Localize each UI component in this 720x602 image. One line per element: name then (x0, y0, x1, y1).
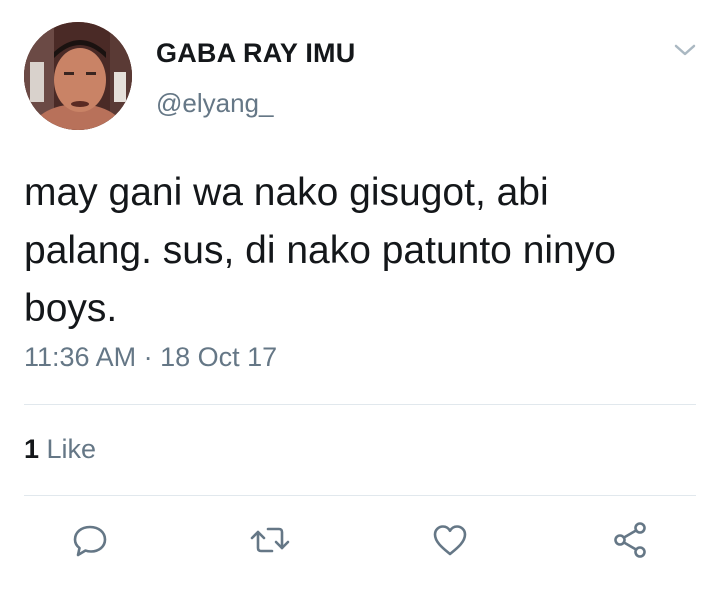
user-handle[interactable]: @elyang_ (156, 88, 273, 119)
like-count: 1 (24, 434, 40, 464)
retweet-icon (250, 527, 290, 553)
like-button[interactable] (428, 518, 472, 562)
tweet-text: may gani wa nako gisugot, abi palang. su… (24, 171, 616, 330)
share-icon (614, 522, 646, 558)
avatar[interactable] (24, 22, 132, 130)
retweet-button[interactable] (248, 518, 292, 562)
divider (24, 495, 696, 496)
divider (24, 404, 696, 405)
reply-button[interactable] (68, 518, 112, 562)
share-button[interactable] (608, 518, 652, 562)
profile-photo-icon (24, 22, 132, 130)
display-name[interactable]: GABA RAY IMU (156, 38, 355, 69)
tweet-card: GABA RAY IMU @elyang_ may gani wa nako g… (0, 0, 720, 602)
like-label: Like (39, 434, 97, 464)
likes-stat[interactable]: 1 Like (24, 434, 96, 465)
chevron-down-icon[interactable] (670, 38, 700, 62)
tweet-timestamp[interactable]: 11:36 AM · 18 Oct 17 (24, 342, 277, 373)
reply-icon (73, 525, 107, 557)
heart-icon (433, 525, 467, 556)
action-bar (0, 518, 720, 568)
